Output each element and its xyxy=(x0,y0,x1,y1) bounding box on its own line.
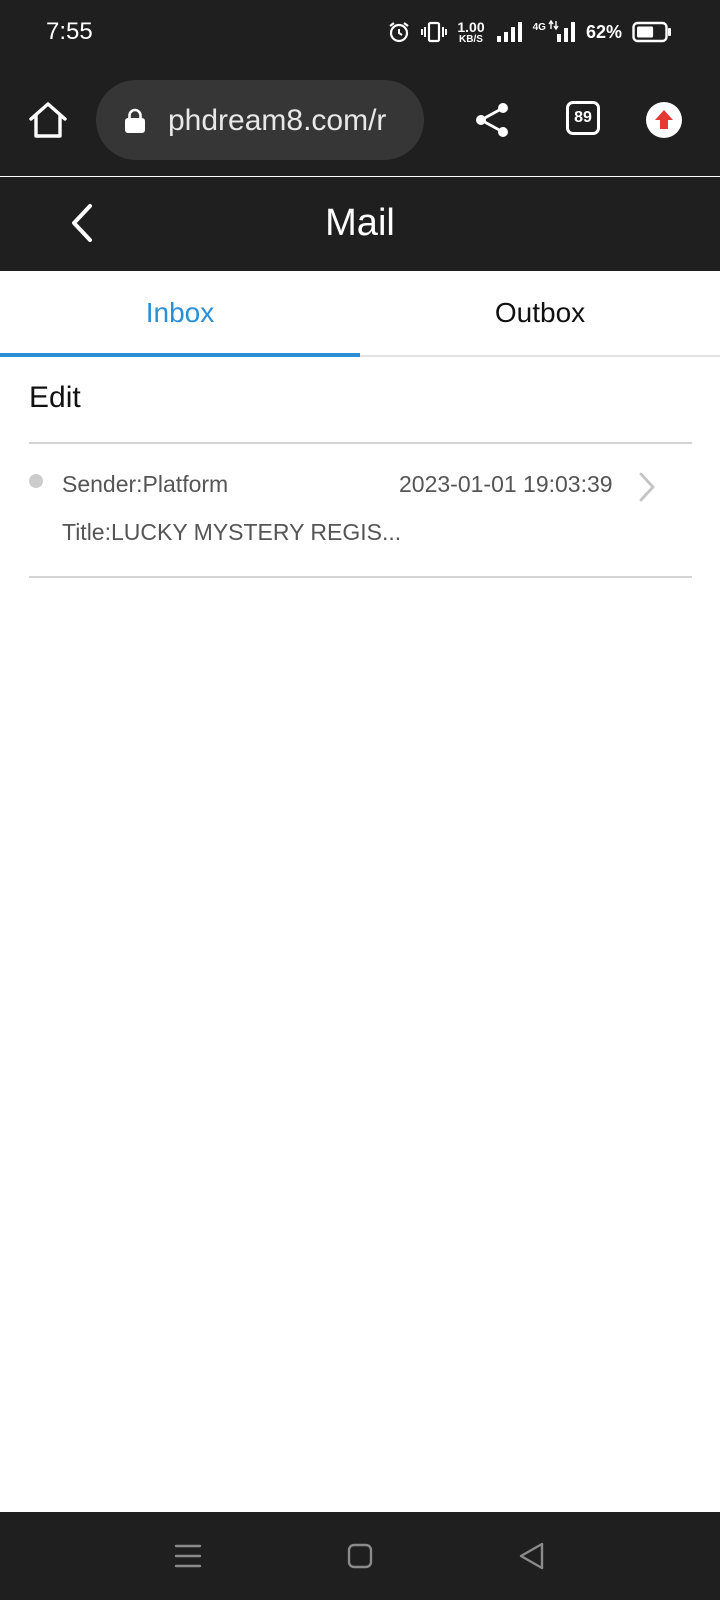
status-bar: 7:55 1.00 KB/S 4G 62% xyxy=(0,0,720,64)
speed-unit: KB/S xyxy=(459,33,483,45)
menu-icon[interactable] xyxy=(166,1534,210,1578)
lock-icon xyxy=(125,108,145,133)
battery-percent: 62% xyxy=(585,21,622,42)
speed-value: 1.00 xyxy=(457,18,485,35)
browser-toolbar: phdream8.com/r 89 xyxy=(0,64,720,241)
home-icon[interactable] xyxy=(26,98,70,142)
mail-date: 2023-01-01 19:03:39 xyxy=(399,471,613,497)
signal-icon xyxy=(496,22,522,42)
battery-icon xyxy=(632,21,671,43)
system-nav-bar xyxy=(0,1512,720,1600)
edit-button[interactable]: Edit xyxy=(29,380,81,416)
chevron-right-icon[interactable] xyxy=(635,470,659,504)
update-button[interactable] xyxy=(646,102,682,138)
mail-title: Title:LUCKY MYSTERY REGIS... xyxy=(62,519,402,545)
mail-list-item[interactable]: Sender:Platform 2023-01-01 19:03:39 Titl… xyxy=(29,444,692,576)
tab-switcher-button[interactable]: 89 xyxy=(566,101,600,135)
mail-tabs: Inbox Outbox xyxy=(0,271,720,357)
signal-4g-icon xyxy=(548,20,575,42)
back-triangle-icon[interactable] xyxy=(510,1534,554,1578)
update-arrow-icon xyxy=(655,110,673,129)
home-square-icon[interactable] xyxy=(338,1534,382,1578)
screen: 7:55 1.00 KB/S 4G 62% phdream8.com/r 89 … xyxy=(0,0,720,1600)
tab-inbox[interactable]: Inbox xyxy=(0,271,360,355)
alarm-icon xyxy=(389,22,410,43)
mail-sender: Sender:Platform xyxy=(62,471,229,497)
page-header: Mail xyxy=(0,177,720,271)
address-bar[interactable]: phdream8.com/r xyxy=(96,80,424,160)
network-type-label: 4G xyxy=(532,21,546,33)
active-tab-indicator xyxy=(0,353,360,357)
network-speed: 1.00 KB/S xyxy=(457,20,484,45)
vibrate-icon xyxy=(421,21,448,43)
share-icon[interactable] xyxy=(472,100,512,140)
list-divider-bottom xyxy=(29,576,692,578)
tab-outbox[interactable]: Outbox xyxy=(360,271,720,355)
status-icons: 1.00 KB/S 4G 62% xyxy=(387,16,672,48)
page-title: Mail xyxy=(325,202,395,244)
url-text: phdream8.com/r xyxy=(168,104,387,137)
read-status-dot xyxy=(29,474,43,488)
status-time: 7:55 xyxy=(46,18,93,45)
